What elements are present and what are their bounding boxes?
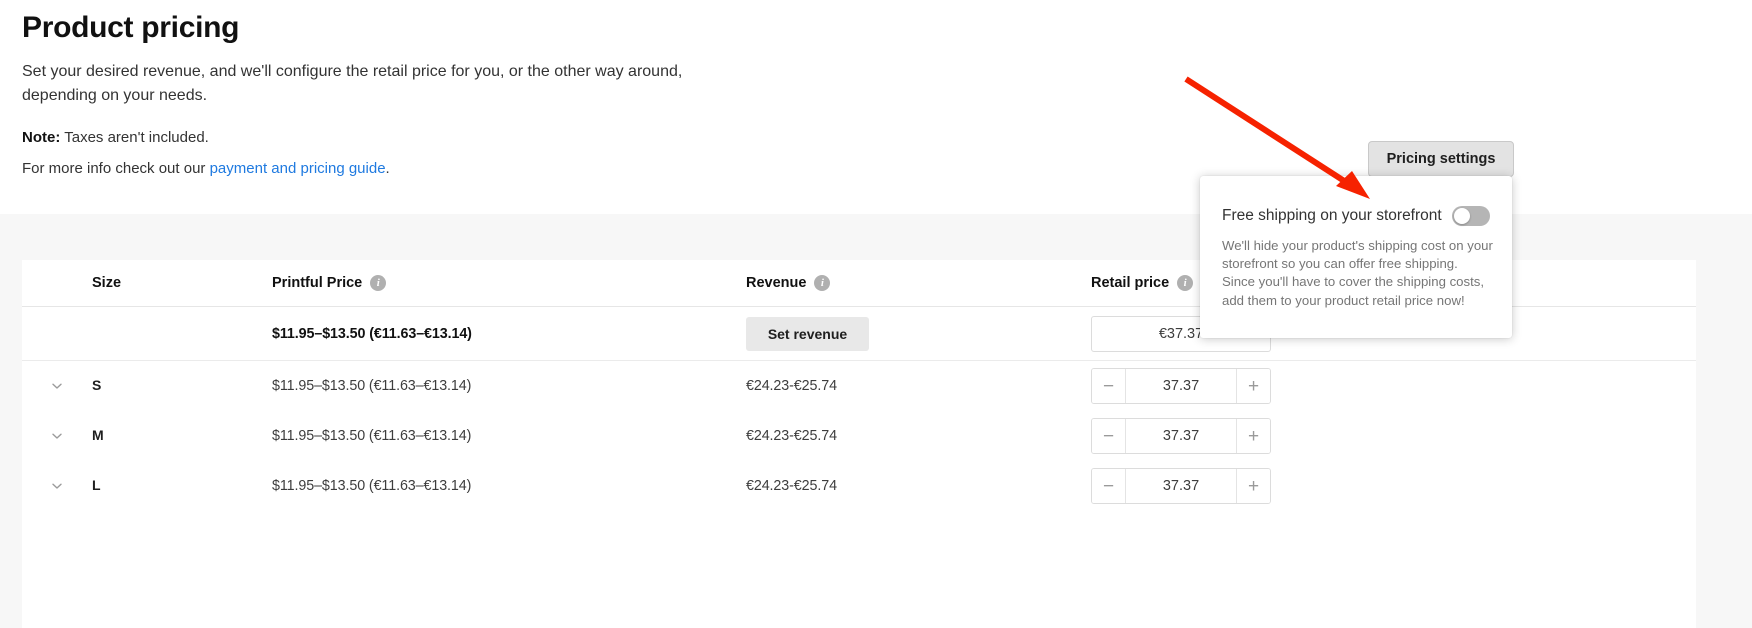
header-revenue: Revenue i: [746, 275, 1068, 291]
row-size-label: S: [92, 377, 102, 393]
chevron-down-icon: [52, 433, 62, 439]
revenue-info-icon[interactable]: i: [814, 275, 831, 291]
header-revenue-label: Revenue: [746, 275, 807, 291]
header-printful-price-label: Printful Price: [272, 275, 363, 291]
decrement-button[interactable]: −: [1092, 419, 1126, 453]
page-title: Product pricing: [22, 11, 240, 44]
row-printful-price-cell: $11.95–$13.50 (€11.63–€13.14): [272, 477, 746, 495]
payment-and-pricing-guide-link[interactable]: payment and pricing guide: [210, 160, 386, 177]
more-info-suffix: .: [385, 160, 390, 177]
increment-button[interactable]: +: [1236, 469, 1270, 503]
row-size-cell: S: [92, 377, 272, 395]
header-printful-price: Printful Price i: [272, 275, 746, 291]
row-size-cell: L: [92, 477, 272, 495]
table-row: S $11.95–$13.50 (€11.63–€13.14) €24.23-€…: [22, 361, 1696, 411]
row-size-label: L: [92, 477, 101, 493]
retail-price-info-icon[interactable]: i: [1177, 275, 1194, 291]
note-line: Note: Taxes aren't included.: [22, 127, 782, 149]
row-printful-price-value: $11.95–$13.50 (€11.63–€13.14): [272, 378, 472, 394]
set-revenue-button[interactable]: Set revenue: [746, 316, 869, 351]
popover-body-text: We'll hide your product's shipping cost …: [1222, 238, 1493, 308]
page-header: Product pricing Set your desired revenue…: [22, 8, 782, 180]
row-revenue-value: €24.23-€25.74: [746, 428, 837, 444]
page-intro-text: Set your desired revenue, and we'll conf…: [22, 63, 683, 104]
expand-row-toggle-s[interactable]: [22, 379, 92, 393]
retail-price-stepper: − +: [1091, 368, 1271, 404]
row-printful-price-cell: $11.95–$13.50 (€11.63–€13.14): [272, 377, 746, 395]
retail-price-stepper: − +: [1091, 418, 1271, 454]
pricing-settings-button[interactable]: Pricing settings: [1368, 141, 1514, 177]
retail-price-stepper: − +: [1091, 468, 1271, 504]
popover-title: Free shipping on your storefront: [1222, 207, 1442, 224]
row-size-label: M: [92, 427, 104, 443]
summary-printful-price-value: $11.95–$13.50 (€11.63–€13.14): [272, 325, 472, 342]
more-info-prefix: For more info check out our: [22, 160, 210, 177]
header-size: Size: [92, 275, 272, 291]
table-row: M $11.95–$13.50 (€11.63–€13.14) €24.23-€…: [22, 411, 1696, 461]
table-row: L $11.95–$13.50 (€11.63–€13.14) €24.23-€…: [22, 461, 1696, 511]
row-size-cell: M: [92, 427, 272, 445]
row-revenue-cell: €24.23-€25.74: [746, 477, 1068, 495]
row-retail-price-cell: − +: [1068, 468, 1696, 504]
printful-price-info-icon[interactable]: i: [370, 275, 387, 291]
free-shipping-popover: Free shipping on your storefront We'll h…: [1200, 176, 1512, 338]
row-retail-price-cell: − +: [1068, 418, 1696, 454]
chevron-down-icon: [52, 483, 62, 489]
row-printful-price-value: $11.95–$13.50 (€11.63–€13.14): [272, 478, 472, 494]
free-shipping-toggle[interactable]: [1452, 206, 1490, 226]
summary-printful-price-cell: $11.95–$13.50 (€11.63–€13.14): [272, 325, 746, 343]
chevron-down-icon: [52, 383, 62, 389]
row-revenue-cell: €24.23-€25.74: [746, 377, 1068, 395]
toggle-knob: [1454, 208, 1470, 224]
summary-revenue-cell: Set revenue: [746, 316, 1068, 351]
note-text: Taxes aren't included.: [60, 129, 209, 146]
row-printful-price-value: $11.95–$13.50 (€11.63–€13.14): [272, 428, 472, 444]
retail-price-input[interactable]: [1126, 419, 1236, 453]
note-label: Note:: [22, 129, 61, 146]
expand-row-toggle-l[interactable]: [22, 479, 92, 493]
retail-price-input[interactable]: [1126, 469, 1236, 503]
row-revenue-value: €24.23-€25.74: [746, 378, 837, 394]
retail-price-input[interactable]: [1126, 369, 1236, 403]
row-revenue-value: €24.23-€25.74: [746, 478, 837, 494]
row-retail-price-cell: − +: [1068, 368, 1696, 404]
row-revenue-cell: €24.23-€25.74: [746, 427, 1068, 445]
header-size-label: Size: [92, 275, 122, 291]
more-info-line: For more info check out our payment and …: [22, 158, 782, 180]
increment-button[interactable]: +: [1236, 419, 1270, 453]
decrement-button[interactable]: −: [1092, 469, 1126, 503]
popover-header: Free shipping on your storefront: [1222, 206, 1490, 226]
increment-button[interactable]: +: [1236, 369, 1270, 403]
decrement-button[interactable]: −: [1092, 369, 1126, 403]
row-printful-price-cell: $11.95–$13.50 (€11.63–€13.14): [272, 427, 746, 445]
header-retail-price-label: Retail price: [1091, 275, 1170, 291]
expand-row-toggle-m[interactable]: [22, 429, 92, 443]
